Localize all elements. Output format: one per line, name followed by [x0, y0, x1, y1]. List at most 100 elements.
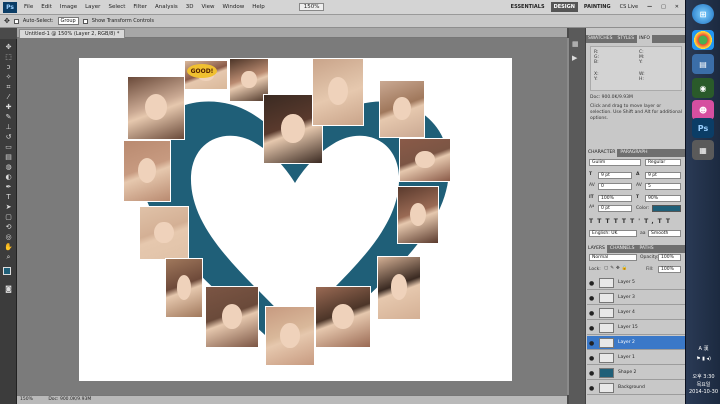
magic-wand-icon[interactable]: ✧ — [3, 73, 14, 81]
menu-image[interactable]: Image — [56, 4, 81, 10]
horizontal-scale-field[interactable]: 90% — [645, 195, 681, 202]
photo-layer[interactable] — [205, 286, 259, 348]
opacity-field[interactable]: 100% — [658, 254, 681, 261]
auto-select-checkbox[interactable] — [13, 18, 19, 24]
layer-row[interactable]: ● Layer 5 — [587, 276, 685, 290]
explorer-icon[interactable]: ▤ — [692, 54, 714, 74]
workspace-essentials[interactable]: ESSENTIALS — [508, 2, 548, 12]
menu-file[interactable]: File — [20, 4, 37, 10]
photo-layer[interactable] — [139, 206, 189, 260]
photo-layer[interactable] — [312, 58, 364, 126]
lasso-tool-icon[interactable]: ↄ — [3, 63, 14, 71]
photo-layer[interactable] — [379, 80, 425, 138]
gradient-tool-icon[interactable]: ▤ — [3, 153, 14, 161]
photo-layer[interactable] — [127, 76, 185, 140]
menu-select[interactable]: Select — [104, 4, 129, 10]
antialias-select[interactable]: Smooth — [648, 230, 681, 237]
layer-row[interactable]: ● Layer 2 — [587, 336, 685, 350]
tab-paragraph[interactable]: PARAGRAPH — [618, 149, 649, 157]
tab-channels[interactable]: CHANNELS — [608, 245, 637, 253]
status-zoom[interactable]: 150% — [20, 397, 33, 402]
font-style-select[interactable]: Regular — [645, 159, 681, 166]
vertical-scale-field[interactable]: 100% — [598, 195, 632, 202]
visibility-eye-icon[interactable]: ● — [589, 310, 594, 317]
lock-icons[interactable]: ▢✎✥🔒 — [604, 266, 629, 271]
blur-tool-icon[interactable]: ◍ — [3, 163, 14, 171]
tab-layers[interactable]: LAYERS — [586, 245, 607, 253]
zoom-tool-icon[interactable]: ⌕ — [3, 253, 14, 261]
menu-3d[interactable]: 3D — [182, 4, 198, 10]
3d-rotate-icon[interactable]: ⟲ — [3, 223, 14, 231]
layer-row[interactable]: ● Layer 3 — [587, 291, 685, 305]
layer-row[interactable]: ● Layer 1 — [587, 351, 685, 365]
dodge-tool-icon[interactable]: ◐ — [3, 173, 14, 181]
layer-row[interactable]: ● Layer 4 — [587, 306, 685, 320]
close-icon[interactable]: ✕ — [672, 2, 682, 12]
visibility-eye-icon[interactable]: ● — [589, 325, 594, 332]
menu-layer[interactable]: Layer — [81, 4, 104, 10]
crop-tool-icon[interactable]: ⌗ — [3, 83, 14, 91]
text-color-swatch[interactable] — [652, 205, 681, 212]
photo-layer[interactable] — [123, 140, 171, 202]
cs-live-button[interactable]: CS Live — [617, 2, 641, 12]
folder-icon[interactable]: ▦ — [692, 140, 714, 160]
history-icon[interactable]: ▦ — [572, 40, 579, 48]
visibility-eye-icon[interactable]: ● — [589, 355, 594, 362]
path-select-icon[interactable]: ➤ — [3, 203, 14, 211]
menu-help[interactable]: Help — [248, 4, 269, 10]
menu-view[interactable]: View — [197, 4, 218, 10]
healing-brush-icon[interactable]: ✚ — [3, 103, 14, 111]
photo-layer[interactable] — [377, 256, 421, 320]
clock-time[interactable]: 오후 3:30 — [688, 373, 719, 380]
media-player-icon[interactable]: ◉ — [692, 78, 714, 98]
transform-controls-checkbox[interactable] — [82, 18, 88, 24]
hand-tool-icon[interactable]: ✋ — [3, 243, 14, 251]
document-canvas[interactable]: GOOD! — [79, 58, 512, 381]
chrome-icon[interactable] — [692, 30, 714, 50]
font-size-field[interactable]: 9 pt — [598, 172, 632, 179]
quick-mask-icon[interactable]: ◙ — [3, 285, 14, 293]
eyedropper-icon[interactable]: ⁄ — [3, 93, 14, 101]
fill-field[interactable]: 100% — [658, 266, 681, 273]
layer-row[interactable]: ● Layer 15 — [587, 321, 685, 335]
tracking-field[interactable]: 5 — [645, 183, 681, 190]
foreground-color-swatch[interactable] — [3, 267, 11, 275]
brush-tool-icon[interactable]: ✎ — [3, 113, 14, 121]
minimize-icon[interactable]: — — [644, 2, 655, 12]
eraser-tool-icon[interactable]: ▭ — [3, 143, 14, 151]
menu-filter[interactable]: Filter — [129, 4, 151, 10]
workspace-design[interactable]: DESIGN — [550, 2, 578, 12]
blend-mode-select[interactable]: Normal — [589, 254, 637, 261]
tab-paths[interactable]: PATHS — [637, 245, 655, 253]
move-tool-icon[interactable]: ✥ — [3, 43, 14, 51]
menu-edit[interactable]: Edit — [37, 4, 56, 10]
messenger-icon[interactable]: ☻ — [692, 100, 714, 120]
layer-row[interactable]: ● Shape 2 — [587, 366, 685, 380]
type-tool-icon[interactable]: T — [3, 193, 14, 201]
photo-layer[interactable] — [265, 306, 315, 366]
kerning-field[interactable]: 0 — [598, 183, 632, 190]
shape-tool-icon[interactable]: ▢ — [3, 213, 14, 221]
visibility-eye-icon[interactable]: ● — [589, 370, 594, 377]
zoom-select[interactable]: 150% — [298, 3, 325, 11]
type-style-buttons[interactable]: TTTTTT'T,TT — [589, 218, 674, 225]
move-tool-icon[interactable]: ✥ — [4, 17, 10, 25]
font-family-select[interactable]: Gulim — [589, 159, 641, 166]
visibility-eye-icon[interactable]: ● — [589, 280, 594, 287]
tab-styles[interactable]: STYLES — [616, 35, 637, 43]
input-language-indicator[interactable]: A 漢 — [688, 345, 719, 352]
tab-info[interactable]: INFO — [637, 35, 652, 43]
photo-layer[interactable] — [315, 286, 371, 348]
actions-icon[interactable]: ▶ — [572, 54, 577, 62]
tab-character[interactable]: CHARACTER — [586, 149, 618, 157]
layer-row[interactable]: ● Background — [587, 381, 685, 395]
menu-analysis[interactable]: Analysis — [151, 4, 182, 10]
photoshop-taskbar-icon[interactable]: Ps — [692, 118, 714, 138]
tray-icons[interactable]: ⚑ ▮ ◂) — [688, 356, 719, 362]
baseline-shift-field[interactable]: 0 pt — [598, 205, 632, 212]
photo-layer[interactable] — [165, 258, 203, 318]
workspace-painting[interactable]: PAINTING — [581, 2, 614, 12]
marquee-tool-icon[interactable]: ⬚ — [3, 53, 14, 61]
history-brush-icon[interactable]: ↺ — [3, 133, 14, 141]
visibility-eye-icon[interactable]: ● — [589, 385, 594, 392]
